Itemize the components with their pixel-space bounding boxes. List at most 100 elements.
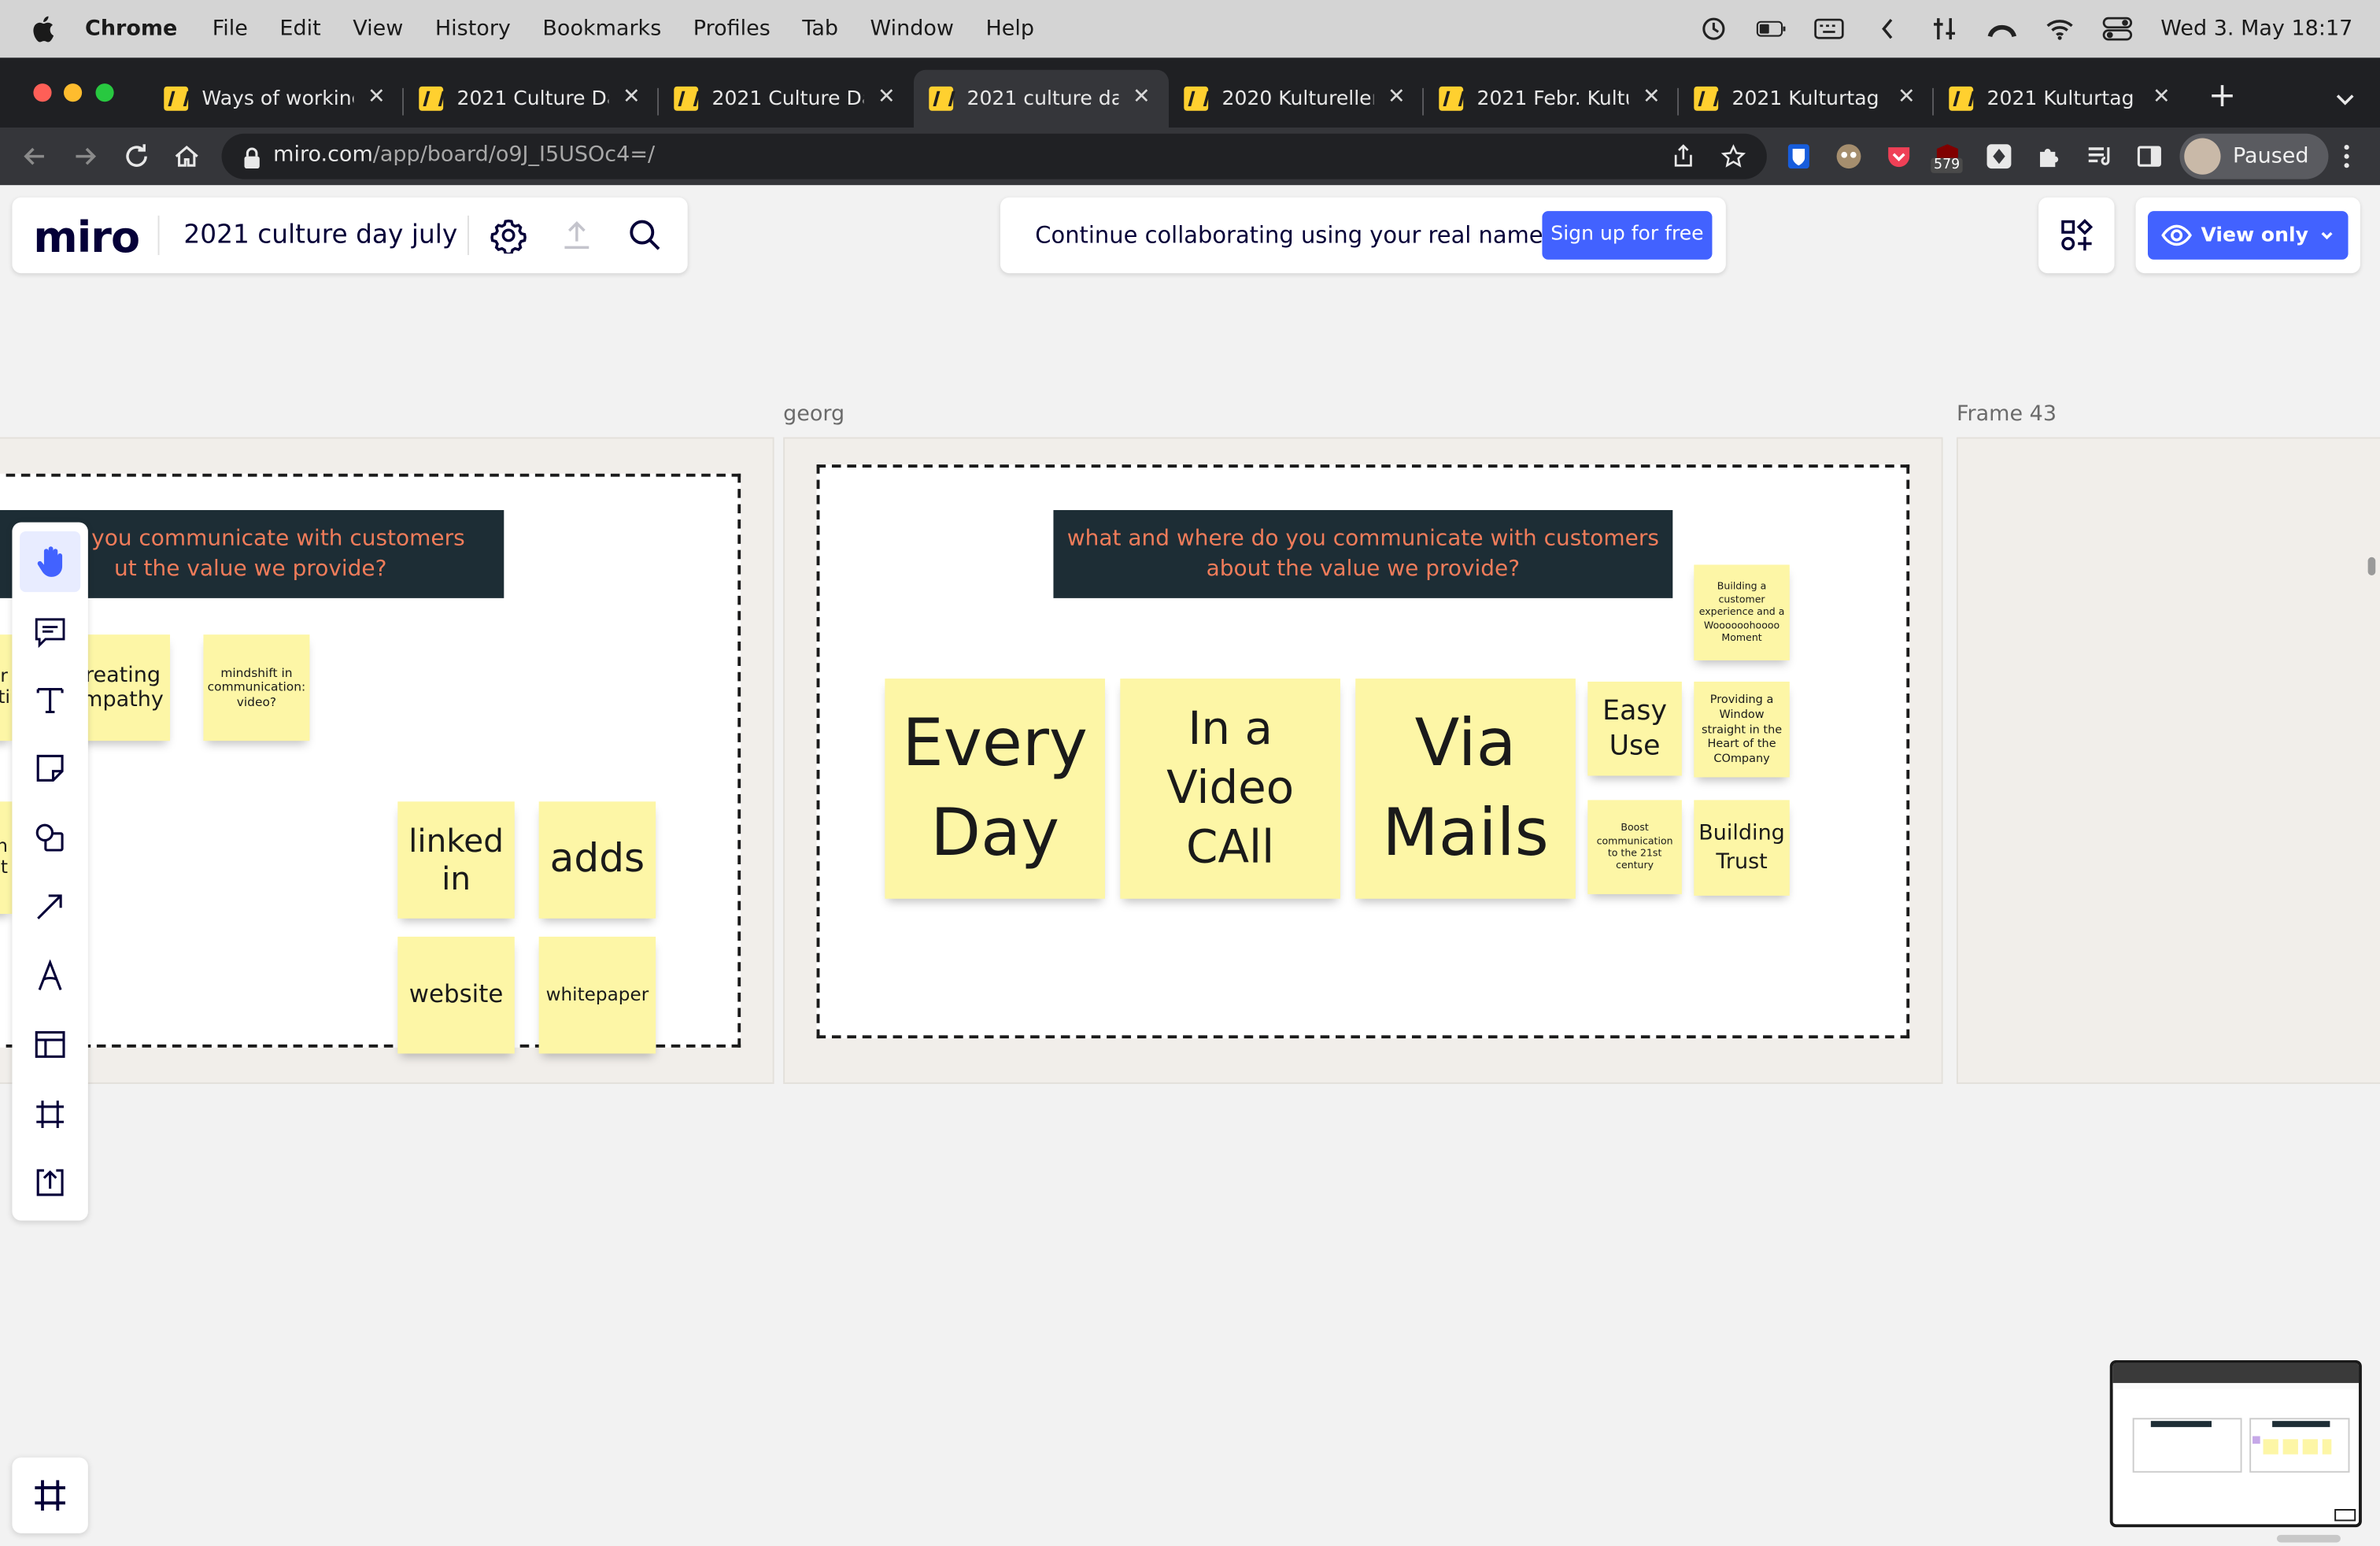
minimap[interactable] bbox=[2109, 1360, 2362, 1528]
miro-logo[interactable]: miro bbox=[33, 213, 140, 263]
control-center-icon[interactable] bbox=[2103, 17, 2134, 41]
sticky-note[interactable]: th ut bbox=[0, 801, 13, 915]
back-arrow-icon[interactable] bbox=[20, 141, 50, 172]
frames-panel-button[interactable] bbox=[12, 1457, 88, 1533]
miro-board-canvas[interactable]: d do you communicate with customers ut t… bbox=[0, 185, 2380, 1546]
mask-extension-icon[interactable] bbox=[1835, 142, 1863, 170]
tab-close-icon[interactable]: ✕ bbox=[364, 85, 389, 109]
minimap-viewport[interactable] bbox=[2334, 1509, 2356, 1522]
menu-view[interactable]: View bbox=[353, 17, 403, 41]
side-panel-icon[interactable] bbox=[2136, 142, 2164, 170]
menu-tab[interactable]: Tab bbox=[802, 17, 838, 41]
screen-extension-icon[interactable] bbox=[1986, 142, 2013, 170]
apple-icon[interactable] bbox=[31, 15, 58, 43]
tab-2020-kultureller[interactable]: 2020 Kultureller ✕ bbox=[1169, 70, 1424, 128]
maximize-window-button[interactable] bbox=[95, 83, 114, 102]
sticky-note-creating-empathy[interactable]: reating mpathy bbox=[79, 634, 171, 742]
frame-tool-button[interactable] bbox=[20, 1084, 80, 1145]
tab-2021-kulturtag-2[interactable]: 2021 Kulturtag A ✕ bbox=[1934, 70, 2189, 128]
sticky-note-easy-use[interactable]: Easy Use bbox=[1587, 681, 1682, 776]
upload-export-icon[interactable] bbox=[559, 217, 595, 253]
tab-close-icon[interactable]: ✕ bbox=[1894, 85, 1919, 109]
search-icon[interactable] bbox=[627, 217, 663, 253]
url-text[interactable]: miro.com/app/board/o9J_I5USOc4=/ bbox=[273, 142, 655, 167]
menubar-clock[interactable]: Wed 3. May 18:17 bbox=[2160, 17, 2352, 41]
templates-tool-button[interactable] bbox=[20, 1014, 80, 1074]
connection-line-tool-button[interactable] bbox=[20, 876, 80, 937]
tab-2021-culture-day-2[interactable]: 2021 Culture Day ✕ bbox=[659, 70, 914, 128]
share-icon[interactable] bbox=[1671, 144, 1695, 168]
board-title[interactable]: 2021 culture day july bbox=[183, 220, 457, 251]
sticky-note-website[interactable]: website bbox=[397, 936, 515, 1054]
menu-history[interactable]: History bbox=[435, 17, 511, 41]
menu-edit[interactable]: Edit bbox=[279, 17, 320, 41]
lock-icon[interactable] bbox=[243, 146, 261, 169]
tab-close-icon[interactable]: ✕ bbox=[874, 85, 899, 109]
bitwarden-extension-icon[interactable] bbox=[1785, 142, 1813, 170]
battery-icon[interactable] bbox=[1757, 17, 1787, 41]
tab-2021-culture-day-1[interactable]: 2021 Culture Day ✕ bbox=[404, 70, 659, 128]
settings-gear-icon[interactable] bbox=[490, 217, 527, 256]
chrome-menu-kebab-icon[interactable] bbox=[2338, 142, 2356, 170]
vertical-scroll-indicator[interactable] bbox=[2367, 557, 2376, 575]
question-card-georg[interactable]: what and where do you communicate with c… bbox=[1053, 510, 1673, 598]
sticky-note-linked-in[interactable]: linked in bbox=[397, 801, 515, 919]
tab-close-icon[interactable]: ✕ bbox=[619, 85, 644, 109]
reload-icon[interactable] bbox=[121, 141, 152, 172]
sticky-note-providing-window[interactable]: Providing a Window straight in the Heart… bbox=[1694, 681, 1790, 778]
sticky-note-mindshift[interactable]: mindshift in communication: video? bbox=[203, 634, 310, 742]
horizontal-scroll-indicator[interactable] bbox=[2276, 1534, 2341, 1543]
tab-2021-culture-day-active[interactable]: 2021 culture day ✕ bbox=[914, 69, 1170, 128]
view-only-button[interactable]: View only bbox=[2147, 211, 2349, 260]
reading-list-icon[interactable] bbox=[2086, 142, 2113, 170]
tab-close-icon[interactable]: ✕ bbox=[2149, 85, 2174, 109]
tab-close-icon[interactable]: ✕ bbox=[1384, 85, 1409, 109]
bookmark-star-icon[interactable] bbox=[1720, 144, 1746, 168]
pocket-extension-icon[interactable] bbox=[1885, 142, 1913, 170]
menu-help[interactable]: Help bbox=[985, 17, 1034, 41]
sign-up-button[interactable]: Sign up for free bbox=[1542, 211, 1713, 260]
keyboard-icon[interactable] bbox=[1815, 17, 1846, 41]
menu-bookmarks[interactable]: Bookmarks bbox=[542, 17, 661, 41]
address-bar[interactable]: miro.com/app/board/o9J_I5USOc4=/ bbox=[221, 133, 1767, 179]
close-window-button[interactable] bbox=[33, 83, 52, 102]
minimize-window-button[interactable] bbox=[64, 83, 83, 102]
profile-button[interactable]: Paused bbox=[2179, 133, 2329, 179]
new-tab-plus-icon[interactable]: + bbox=[2204, 80, 2240, 117]
sticky-note[interactable]: ar ati bbox=[0, 634, 13, 742]
sticky-note-every-day[interactable]: Every Day bbox=[885, 679, 1106, 899]
sticky-note-adds[interactable]: adds bbox=[538, 801, 656, 919]
tab-2021-kulturtag-1[interactable]: 2021 Kulturtag A ✕ bbox=[1679, 70, 1934, 128]
text-tool-button[interactable] bbox=[20, 670, 80, 730]
frame-label-frame-43[interactable]: Frame 43 bbox=[1957, 402, 2057, 427]
chevron-left-icon[interactable] bbox=[1872, 17, 1903, 41]
sticky-note-building-trust[interactable]: Building Trust bbox=[1694, 800, 1790, 896]
upload-tool-button[interactable] bbox=[20, 1152, 80, 1213]
menu-window[interactable]: Window bbox=[870, 17, 954, 41]
extensions-puzzle-icon[interactable] bbox=[2035, 142, 2063, 170]
sticky-note-boost-communication[interactable]: Boost communication to the 21st century bbox=[1587, 800, 1682, 894]
tab-search-chevron-icon[interactable] bbox=[2331, 85, 2359, 113]
shapes-tool-button[interactable] bbox=[20, 808, 80, 868]
control-icon[interactable] bbox=[1930, 17, 1961, 41]
forward-arrow-icon[interactable] bbox=[70, 141, 101, 172]
vpn-icon[interactable] bbox=[1987, 17, 2018, 41]
tab-ways-of-working[interactable]: Ways of working, ✕ bbox=[149, 70, 404, 128]
menu-file[interactable]: File bbox=[213, 17, 248, 41]
sticky-note-tool-button[interactable] bbox=[20, 738, 80, 798]
sticky-note-whitepaper[interactable]: whitepaper bbox=[538, 936, 656, 1054]
tab-close-icon[interactable]: ✕ bbox=[1129, 85, 1154, 109]
pen-tool-button[interactable] bbox=[20, 946, 80, 1007]
menu-profiles[interactable]: Profiles bbox=[693, 17, 771, 41]
sticky-note-video-call[interactable]: In a Video CAll bbox=[1120, 679, 1340, 899]
home-icon[interactable] bbox=[172, 141, 202, 172]
tab-2021-febr-kultur[interactable]: 2021 Febr. Kultur ✕ bbox=[1424, 70, 1679, 128]
tab-close-icon[interactable]: ✕ bbox=[1639, 85, 1664, 109]
frame-43[interactable] bbox=[1956, 437, 2380, 1085]
sticky-note-via-mails[interactable]: Via Mails bbox=[1355, 679, 1576, 899]
menu-app-chrome[interactable]: Chrome bbox=[85, 17, 177, 41]
apps-button[interactable] bbox=[2038, 197, 2115, 274]
comment-tool-button[interactable] bbox=[20, 601, 80, 662]
hand-tool-button[interactable] bbox=[20, 531, 81, 593]
wifi-icon[interactable] bbox=[2046, 17, 2076, 41]
